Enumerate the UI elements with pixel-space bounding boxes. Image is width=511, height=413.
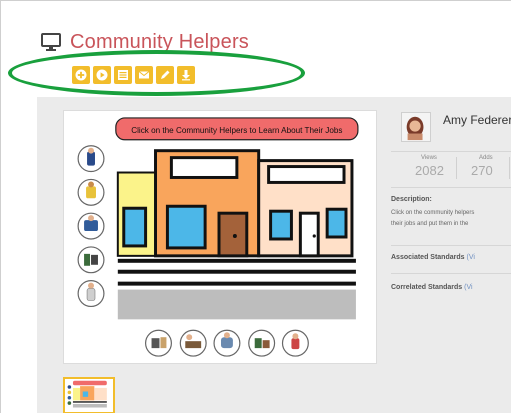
description-title: Description:: [391, 196, 432, 203]
peach-window: [269, 209, 293, 241]
peach-window-right: [325, 207, 348, 239]
peach-sign: [267, 165, 346, 184]
divider-top: [391, 151, 511, 152]
activity-banner-text: Click on the Community Helpers to Learn …: [131, 126, 342, 135]
divider-desc: [391, 245, 511, 246]
associated-standards-label: Associated Standards: [391, 254, 465, 261]
helper-left-column: [77, 145, 105, 308]
page-thumbnail[interactable]: [63, 377, 115, 413]
orange-sign: [169, 156, 239, 179]
description-line-1: Click on the community helpers: [391, 210, 475, 216]
peach-door: [298, 211, 320, 258]
activity-scene: Click on the Community Helpers to Learn …: [77, 117, 359, 357]
monitor-icon: [41, 33, 61, 51]
info-panel: Amy Federer Views 2082 Adds 270 Descript…: [391, 99, 511, 413]
road: [117, 289, 356, 320]
helper-doctor-button[interactable]: [77, 246, 105, 274]
associated-standards-link[interactable]: (Vi: [466, 254, 474, 261]
avatar-image: [406, 116, 424, 141]
adds-label: Adds: [479, 155, 493, 161]
correlated-standards-label: Correlated Standards: [391, 284, 463, 291]
description-line-2: their jobs and put them in the: [391, 221, 469, 227]
correlated-standards: Correlated Standards (Vi: [391, 284, 473, 291]
adds-count: 270: [471, 163, 493, 178]
author-avatar[interactable]: [401, 112, 431, 142]
yellow-window: [122, 206, 148, 248]
views-count: 2082: [415, 163, 444, 178]
activity-canvas[interactable]: Click on the Community Helpers to Learn …: [63, 110, 377, 364]
views-label: Views: [421, 155, 437, 161]
associated-standards: Associated Standards (Vi: [391, 254, 475, 261]
divider-stats: [391, 187, 511, 188]
stat-separator-2: [509, 157, 510, 179]
page-frame: Community Helpers Click on the Community…: [0, 0, 511, 413]
correlated-standards-link[interactable]: (Vi: [464, 284, 472, 291]
divider-standards: [391, 273, 511, 274]
orange-window: [165, 204, 207, 250]
highlight-ring: [8, 50, 305, 96]
orange-door: [217, 211, 249, 258]
description-text: Click on the community helpers their job…: [391, 208, 511, 230]
stat-separator: [456, 157, 457, 179]
thumbnail-image: [67, 380, 107, 408]
helper-bottom-row: [144, 329, 309, 357]
author-name[interactable]: Amy Federer: [443, 113, 511, 127]
